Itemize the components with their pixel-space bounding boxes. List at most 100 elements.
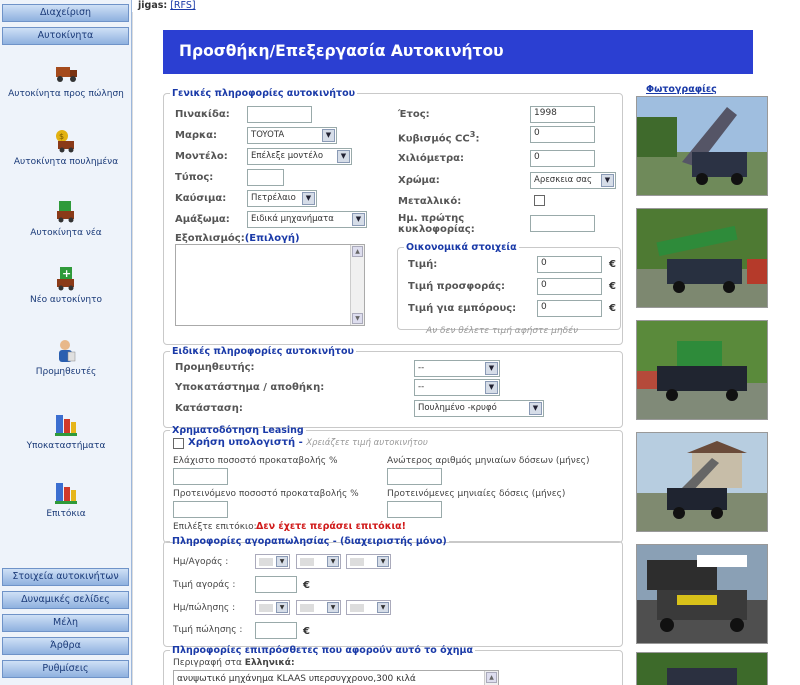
- body-select[interactable]: Ειδικά μηχανήματα ▼: [247, 211, 367, 228]
- buy-price-input[interactable]: [255, 576, 297, 593]
- sidebar-btn-management[interactable]: Διαχείριση: [2, 4, 129, 22]
- sell-price-label: Τιμή πώλησης :: [173, 625, 243, 635]
- car-photo-5[interactable]: [636, 544, 768, 644]
- add-car-icon: +: [57, 267, 74, 291]
- sell-price-input[interactable]: [255, 622, 297, 639]
- type-input[interactable]: [247, 169, 284, 186]
- branches-icon: [55, 415, 77, 436]
- car-photo-3[interactable]: [636, 320, 768, 420]
- sidebar-item-cars-for-sale[interactable]: Αυτοκίνητα προς πώληση: [0, 60, 132, 100]
- sell-date-label: Ημ/πώλησης :: [173, 603, 236, 613]
- metallic-checkbox[interactable]: [534, 195, 545, 206]
- suggested-down-input[interactable]: [173, 501, 228, 518]
- photos-heading[interactable]: Φωτογραφίες: [646, 84, 717, 95]
- price-input[interactable]: 0: [537, 256, 602, 273]
- description-text: ανυψωτικό μηχάνημα KLAAS υπερσυγχρονο,30…: [177, 674, 416, 684]
- chevron-down-icon: ▼: [322, 129, 335, 142]
- supplier-label: Προμηθευτής:: [175, 362, 255, 373]
- km-input[interactable]: 0: [530, 150, 595, 167]
- scroll-down-icon[interactable]: ▼: [352, 313, 363, 324]
- dealer-price-label: Τιμή για εμπόρους:: [408, 303, 517, 314]
- sidebar-item-add-car[interactable]: + Νέο αυτοκίνητο: [0, 266, 132, 306]
- description-label-text: Περιγραφή στα: [173, 658, 242, 668]
- finance-legend: Οικονομικά στοιχεία: [406, 242, 517, 253]
- scroll-up-icon[interactable]: ▲: [486, 672, 497, 683]
- supplier-select[interactable]: -- ▼: [414, 360, 500, 377]
- sell-year-value: [350, 604, 364, 612]
- status-select[interactable]: Πουλημένο -κρυφό ▼: [414, 400, 544, 417]
- sidebar-btn-settings[interactable]: Ρυθμίσεις: [2, 660, 129, 678]
- sidebar-item-new-cars[interactable]: Αυτοκίνητα νέα: [0, 199, 132, 239]
- suggested-months-input[interactable]: [387, 501, 442, 518]
- cc-label-text: Κυβισμός CC: [398, 133, 470, 145]
- metallic-label: Μεταλλικό:: [398, 196, 462, 207]
- fuel-select[interactable]: Πετρέλαιο ▼: [247, 190, 317, 207]
- offer-input[interactable]: 0: [537, 278, 602, 295]
- max-months-input[interactable]: [387, 468, 442, 485]
- sidebar-item-label: Αυτοκίνητα προς πώληση: [8, 89, 124, 99]
- dealer-price-input[interactable]: 0: [537, 300, 602, 317]
- color-value: Αρεσκεια σας: [534, 175, 592, 185]
- buy-day-value: [259, 558, 273, 566]
- extra-info-legend: Πληροφορίες επιπρόσθετες που αφορούν αυτ…: [172, 645, 474, 656]
- car-photo-6[interactable]: [636, 652, 768, 685]
- description-label: Περιγραφή στα Ελληνικά:: [173, 658, 295, 668]
- make-select[interactable]: TOYOTA ▼: [247, 127, 337, 144]
- sidebar-btn-articles[interactable]: Άρθρα: [2, 637, 129, 655]
- buy-year-select[interactable]: ▼: [346, 554, 391, 569]
- cc-label: Κυβισμός CC3:: [398, 129, 479, 144]
- buy-month-select[interactable]: ▼: [296, 554, 341, 569]
- car-photo-4[interactable]: [636, 432, 768, 532]
- car-photo-2[interactable]: [636, 208, 768, 308]
- first-reg-label-line2: κυκλοφορίας:: [398, 224, 475, 235]
- year-label: Έτος:: [398, 109, 430, 120]
- trade-legend: Πληροφορίες αγοραπωλησίας - (διαχειριστή…: [172, 536, 447, 547]
- offer-currency: €: [609, 281, 616, 292]
- sidebar-item-sold-cars[interactable]: $ Αυτοκίνητα πουλημένα: [0, 128, 132, 168]
- sell-day-select[interactable]: ▼: [255, 600, 290, 615]
- buy-price-label: Τιμή αγοράς :: [173, 580, 236, 590]
- first-reg-input[interactable]: [530, 215, 595, 232]
- year-input[interactable]: 1998: [530, 106, 595, 123]
- car-photo-1[interactable]: [636, 96, 768, 196]
- description-textarea[interactable]: ανυψωτικό μηχάνημα KLAAS υπερσυγχρονο,30…: [173, 670, 499, 685]
- truck-icon: [56, 67, 77, 82]
- calculator-checkbox[interactable]: [173, 438, 184, 449]
- sidebar-btn-cars[interactable]: Αυτοκίνητα: [2, 27, 129, 45]
- chevron-down-icon: ▼: [601, 174, 614, 187]
- model-label: Μοντέλο:: [175, 151, 228, 162]
- svg-text:$: $: [59, 132, 64, 141]
- sidebar-btn-members[interactable]: Μέλη: [2, 614, 129, 632]
- equipment-label: Εξοπλισμός:(Επιλογή): [175, 233, 300, 244]
- description-scrollbar[interactable]: ▲: [484, 671, 498, 685]
- sidebar-btn-car-data[interactable]: Στοιχεία αυτοκινήτων: [2, 568, 129, 586]
- branch-select[interactable]: -- ▼: [414, 379, 500, 396]
- sell-year-select[interactable]: ▼: [346, 600, 391, 615]
- equipment-scrollbar[interactable]: ▲ ▼: [350, 245, 364, 325]
- equipment-textarea[interactable]: ▲ ▼: [175, 244, 365, 326]
- sidebar-item-branches[interactable]: Υποκαταστήματα: [0, 412, 132, 452]
- model-select[interactable]: Επέλεξε μοντέλο ▼: [247, 148, 352, 165]
- description-language: Ελληνικά: [244, 658, 291, 668]
- status-label: Κατάσταση:: [175, 403, 243, 414]
- sidebar-item-interest[interactable]: Επιτόκια: [0, 480, 132, 520]
- user-link[interactable]: [RFS]: [170, 0, 195, 11]
- sidebar-btn-dynamic-pages[interactable]: Δυναμικές σελίδες: [2, 591, 129, 609]
- cc-input[interactable]: 0: [530, 126, 595, 143]
- sell-month-select[interactable]: ▼: [296, 600, 341, 615]
- buy-day-select[interactable]: ▼: [255, 554, 290, 569]
- color-select[interactable]: Αρεσκεια σας ▼: [530, 172, 616, 189]
- supplier-icon: [59, 340, 76, 362]
- sidebar-item-suppliers[interactable]: Προμηθευτές: [0, 338, 132, 378]
- equipment-link[interactable]: (Επιλογή): [245, 233, 300, 244]
- chevron-down-icon: ▼: [302, 192, 315, 205]
- chevron-down-icon: ▼: [276, 602, 288, 613]
- sidebar-item-label: Αυτοκίνητα νέα: [30, 228, 102, 238]
- plate-input[interactable]: [247, 106, 312, 123]
- make-label: Μαρκα:: [175, 130, 217, 141]
- min-down-input[interactable]: [173, 468, 228, 485]
- model-value: Επέλεξε μοντέλο: [251, 151, 324, 161]
- scroll-up-icon[interactable]: ▲: [352, 246, 363, 257]
- chevron-down-icon: ▼: [276, 556, 288, 567]
- equipment-label-text: Εξοπλισμός:: [175, 233, 245, 244]
